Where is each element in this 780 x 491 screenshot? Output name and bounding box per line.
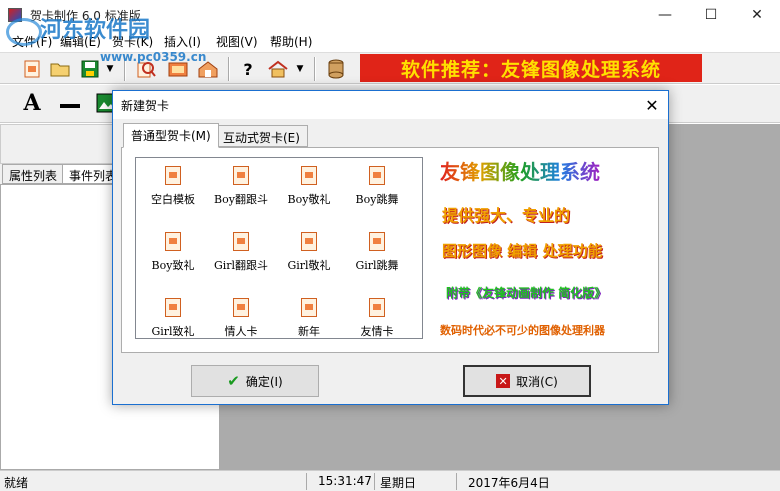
menu-help[interactable]: 帮助(H) [270,33,312,50]
status-weekday: 星期日 [380,476,417,490]
status-bar: 就绪 15:31:47 星期日 2017年6月4日 [0,470,780,491]
status-separator [456,473,457,490]
check-icon: ✔ [227,372,240,390]
tab-properties[interactable]: 属性列表 [2,164,65,184]
card-file-icon [233,166,249,185]
dialog-close-button[interactable]: ✕ [638,93,666,117]
dialog-tab-panel: 空白模板 Boy翻跟斗 Boy敬礼 Boy跳舞 Boy致礼 Girl翻跟斗 Gi… [121,147,659,353]
list-item[interactable]: Boy致礼 [138,228,208,288]
preview-line: 图形图像 编辑 处理功能 [442,242,603,260]
list-item[interactable]: 新年 [274,294,344,354]
cancel-button[interactable]: ✕ 取消(C) [463,365,591,397]
list-item[interactable]: 情人卡 [206,294,276,354]
line-tool-icon[interactable] [58,91,82,115]
home-icon[interactable] [266,57,290,81]
card-file-icon [165,298,181,317]
minimize-button[interactable]: — [642,0,688,30]
tab-normal-card[interactable]: 普通型贺卡(M) [123,123,219,148]
save-icon[interactable] [78,57,102,81]
card-file-icon [301,166,317,185]
ok-button-label: 确定(I) [245,374,283,389]
status-date: 2017年6月4日 [468,476,550,490]
toolbar-separator [228,57,230,81]
card-file-icon [301,232,317,251]
open-folder-icon[interactable] [48,57,72,81]
menu-view[interactable]: 视图(V) [216,33,258,50]
preview-image: 友锋图像处理系统 提供强大、专业的 图形图像 编辑 处理功能 附带《友锋动画制作… [434,150,658,350]
status-time: 15:31:47 [318,474,372,488]
card-file-icon [165,232,181,251]
help-icon[interactable]: ? [236,57,260,81]
recommend-banner[interactable]: 软件推荐：友锋图像处理系统 [360,54,702,82]
toolbar-separator [314,57,316,81]
ok-button[interactable]: ✔ 确定(I) [191,365,319,397]
preview-line: 附带《友锋动画制作 简化版》 [446,286,607,300]
tab-interactive-card[interactable]: 互动式贺卡(E) [215,125,308,147]
watermark-logo-icon [6,18,42,46]
card-file-icon [369,166,385,185]
close-button[interactable]: ✕ [734,0,780,30]
list-item[interactable]: Boy敬礼 [274,162,344,222]
list-item[interactable]: 空白模板 [138,162,208,222]
watermark-url: www.pc0359.cn [100,50,207,64]
list-item[interactable]: Boy翻跟斗 [206,162,276,222]
database-icon[interactable] [324,57,348,81]
dialog-title: 新建贺卡 [121,99,170,113]
card-file-icon [301,298,317,317]
list-item[interactable]: Girl敬礼 [274,228,344,288]
maximize-button[interactable]: ☐ [688,0,734,30]
preview-line: 提供强大、专业的 [442,206,571,225]
list-item[interactable]: Boy跳舞 [342,162,412,222]
card-file-icon [233,232,249,251]
cancel-x-icon: ✕ [496,374,511,388]
card-file-icon [369,232,385,251]
watermark-text: 河东软件园 [40,17,151,43]
new-card-icon[interactable] [20,57,44,81]
cancel-button-label: 取消(C) [516,374,558,389]
dropdown-arrow-icon[interactable]: ▼ [294,57,306,81]
card-file-icon [233,298,249,317]
preview-line: 友锋图像处理系统 [440,156,600,185]
preview-line: 数码时代必不可少的图像处理利器 [440,324,605,337]
dialog-title-bar: 新建贺卡 ✕ [113,91,668,119]
list-item[interactable]: Girl跳舞 [342,228,412,288]
card-file-icon [369,298,385,317]
card-file-icon [165,166,181,185]
text-tool-icon[interactable]: A [20,90,44,116]
status-separator [306,473,307,490]
status-separator [374,473,375,490]
list-item[interactable]: 友情卡 [342,294,412,354]
card-template-list: 空白模板 Boy翻跟斗 Boy敬礼 Boy跳舞 Boy致礼 Girl翻跟斗 Gi… [135,157,423,339]
new-card-dialog: 新建贺卡 ✕ 普通型贺卡(M) 互动式贺卡(E) 空白模板 Boy翻跟斗 Boy… [112,90,669,405]
status-ready: 就绪 [4,476,29,490]
menu-insert[interactable]: 插入(I) [164,33,201,50]
list-item[interactable]: Girl致礼 [138,294,208,354]
list-item[interactable]: Girl翻跟斗 [206,228,276,288]
